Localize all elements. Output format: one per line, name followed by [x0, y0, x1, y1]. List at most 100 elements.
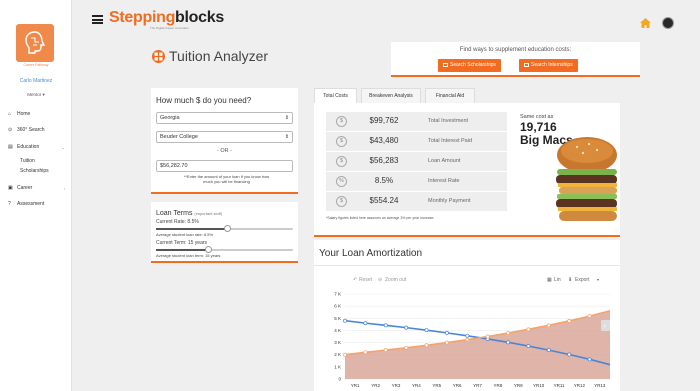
- rate-slider-handle[interactable]: [223, 225, 231, 232]
- average-term-note: Average student loan term: 15 years: [156, 253, 221, 258]
- select-arrow-icon: ⇕: [284, 115, 289, 121]
- principal-point: [363, 321, 368, 326]
- college-select[interactable]: Beuder College ⇕: [156, 131, 293, 143]
- reset-button[interactable]: Reset: [359, 277, 373, 283]
- briefcase-icon: ▣: [8, 185, 13, 191]
- sidebar-item-education[interactable]: ▤ Education: [8, 144, 39, 150]
- x-tick-label: YR1: [351, 383, 360, 388]
- x-tick-label: YR9: [514, 383, 523, 388]
- y-tick-label: 6 K: [334, 304, 341, 309]
- grid-icon: [152, 50, 165, 63]
- y-tick-label: 3 K: [334, 340, 341, 345]
- search-internships-button[interactable]: Search Internships: [519, 59, 578, 72]
- chevron-down-icon[interactable]: ⌄: [62, 145, 65, 150]
- loan-amortization-panel: Your Loan Amortization ↶ Reset ⊖ Zoom ou…: [314, 240, 620, 391]
- current-term-label: Current Term: 15 years: [156, 240, 208, 246]
- logo-caption: Career Pathway: [23, 63, 49, 67]
- term-slider[interactable]: [156, 246, 293, 253]
- avatar[interactable]: [662, 17, 674, 29]
- loan-amount-result-label: Loan Amount: [428, 158, 461, 164]
- monthly-payment-value: $554.24: [369, 196, 399, 205]
- interest-point: [444, 340, 449, 345]
- rate-slider[interactable]: [156, 225, 293, 232]
- chevron-right-icon[interactable]: ›: [64, 186, 65, 191]
- x-tick-label: YR6: [453, 383, 462, 388]
- sidebar-item-360-search[interactable]: ⊙ 360° Search: [8, 127, 45, 133]
- menu-toggle-icon[interactable]: [92, 15, 103, 24]
- sidebar-item-career[interactable]: ▣ Career: [8, 185, 32, 191]
- principal-point: [424, 328, 429, 333]
- x-tick-label: YR4: [412, 383, 421, 388]
- zoom-out-button[interactable]: Zoom out: [385, 277, 407, 283]
- current-rate-label: Current Rate: 8.5%: [156, 219, 199, 225]
- briefcase-icon: [524, 63, 529, 67]
- principal-point: [444, 330, 449, 335]
- loan-amount-result-value: $56,283: [369, 156, 399, 165]
- question-icon: ?: [8, 201, 11, 207]
- chart-x-axis: YR1 YR2 YR3 YR4 YR5 YR6 YR7 YR8 YR9 YR10 YR11 YR12 Y…: [351, 383, 606, 388]
- total-interest-label: Total Interest Paid: [428, 138, 473, 144]
- big-mac-image: [556, 137, 617, 221]
- export-icon[interactable]: ⬇: [568, 277, 572, 283]
- interest-point: [465, 337, 470, 342]
- table-row: % 8.5% Interest Rate: [326, 172, 507, 192]
- loan-terms-heading-note: (important stuff): [194, 211, 223, 216]
- cost-summary-table: $ $99,762 Total Investment $ $43,480 Tot…: [326, 112, 507, 212]
- home-icon: ⌂: [8, 111, 12, 117]
- supplement-text: Find ways to supplement education costs:: [459, 47, 572, 53]
- salary-footnote: *Salary figures listed here assumes an a…: [326, 216, 435, 220]
- user-role-dropdown[interactable]: Mentor ▾: [0, 92, 72, 98]
- tab-financial-aid[interactable]: Financial Aid: [425, 88, 475, 103]
- book-icon: ▤: [8, 144, 13, 150]
- table-row: $ $99,762 Total Investment: [326, 112, 507, 132]
- y-tick-label: 1 K: [334, 364, 341, 369]
- tab-breakeven-analysis[interactable]: Breakeven Analysis: [361, 88, 421, 103]
- loan-amount-note: **Enter the amount of your loan if you k…: [183, 174, 270, 184]
- sidebar-subitem-tuition[interactable]: Tuition: [20, 158, 35, 164]
- state-select[interactable]: Georgia ⇕: [156, 112, 293, 124]
- principal-point: [546, 348, 551, 353]
- brand-logo[interactable]: Steppingblocks: [109, 9, 224, 27]
- lin-toggle[interactable]: Lin: [554, 277, 561, 283]
- percent-icon: %: [336, 176, 347, 187]
- interest-point: [404, 345, 409, 350]
- zoom-out-icon[interactable]: ⊖: [378, 277, 382, 283]
- loan-amount-heading: How much $ do you need?: [156, 96, 252, 105]
- reset-icon[interactable]: ↶: [353, 277, 357, 283]
- term-slider-handle[interactable]: [204, 246, 212, 253]
- sidebar-item-home[interactable]: ⌂ Home: [8, 111, 30, 117]
- rate-slider-fill: [156, 228, 228, 230]
- chevron-down-icon[interactable]: ▾: [597, 277, 599, 282]
- export-button[interactable]: Export: [575, 277, 590, 283]
- table-icon[interactable]: ▦: [547, 277, 552, 283]
- loan-terms-heading-text: Loan Terms: [156, 210, 193, 217]
- career-pathway-logo[interactable]: [16, 24, 54, 62]
- tab-total-costs[interactable]: Total Costs: [314, 88, 357, 103]
- supplement-costs-panel: Find ways to supplement education costs:…: [391, 42, 640, 77]
- page-title: Tuition Analyzer: [169, 48, 269, 64]
- chart-next-button[interactable]: ›: [601, 320, 610, 331]
- dollar-icon: $: [336, 116, 347, 127]
- chart-y-axis: 0 1 K 2 K 3 K 4 K 5 K 6 K 7 K: [334, 292, 341, 382]
- amortization-chart: ↶ Reset ⊖ Zoom out ▦ Lin ⬇ Export ▾ 0 1 K…: [334, 277, 611, 388]
- sidebar-subitem-scholarships[interactable]: Scholarships: [20, 168, 49, 174]
- total-interest-value: $43,480: [369, 136, 399, 145]
- user-name[interactable]: Carlo Martinez: [0, 78, 72, 84]
- loan-amount-input[interactable]: $56,282.70: [156, 160, 293, 172]
- y-tick-label: 0: [338, 377, 341, 382]
- brain-icon: [25, 31, 46, 54]
- select-arrow-icon: ⇕: [284, 134, 289, 140]
- sidebar-item-label: Assessment: [17, 201, 45, 207]
- x-tick-label: YR8: [494, 383, 503, 388]
- interest-point: [587, 314, 592, 319]
- x-tick-label: YR2: [371, 383, 380, 388]
- home-icon[interactable]: [640, 18, 651, 28]
- table-row: $ $56,283 Loan Amount: [326, 152, 507, 172]
- interest-point: [506, 331, 511, 336]
- principal-point: [567, 352, 572, 357]
- state-select-value: Georgia: [160, 115, 180, 121]
- search-scholarships-button[interactable]: Search Scholarships: [438, 59, 501, 72]
- sidebar-item-assessment[interactable]: ? Assessment: [8, 201, 44, 207]
- x-tick-label: YR10: [533, 383, 545, 388]
- amortization-title: Your Loan Amortization: [319, 248, 423, 259]
